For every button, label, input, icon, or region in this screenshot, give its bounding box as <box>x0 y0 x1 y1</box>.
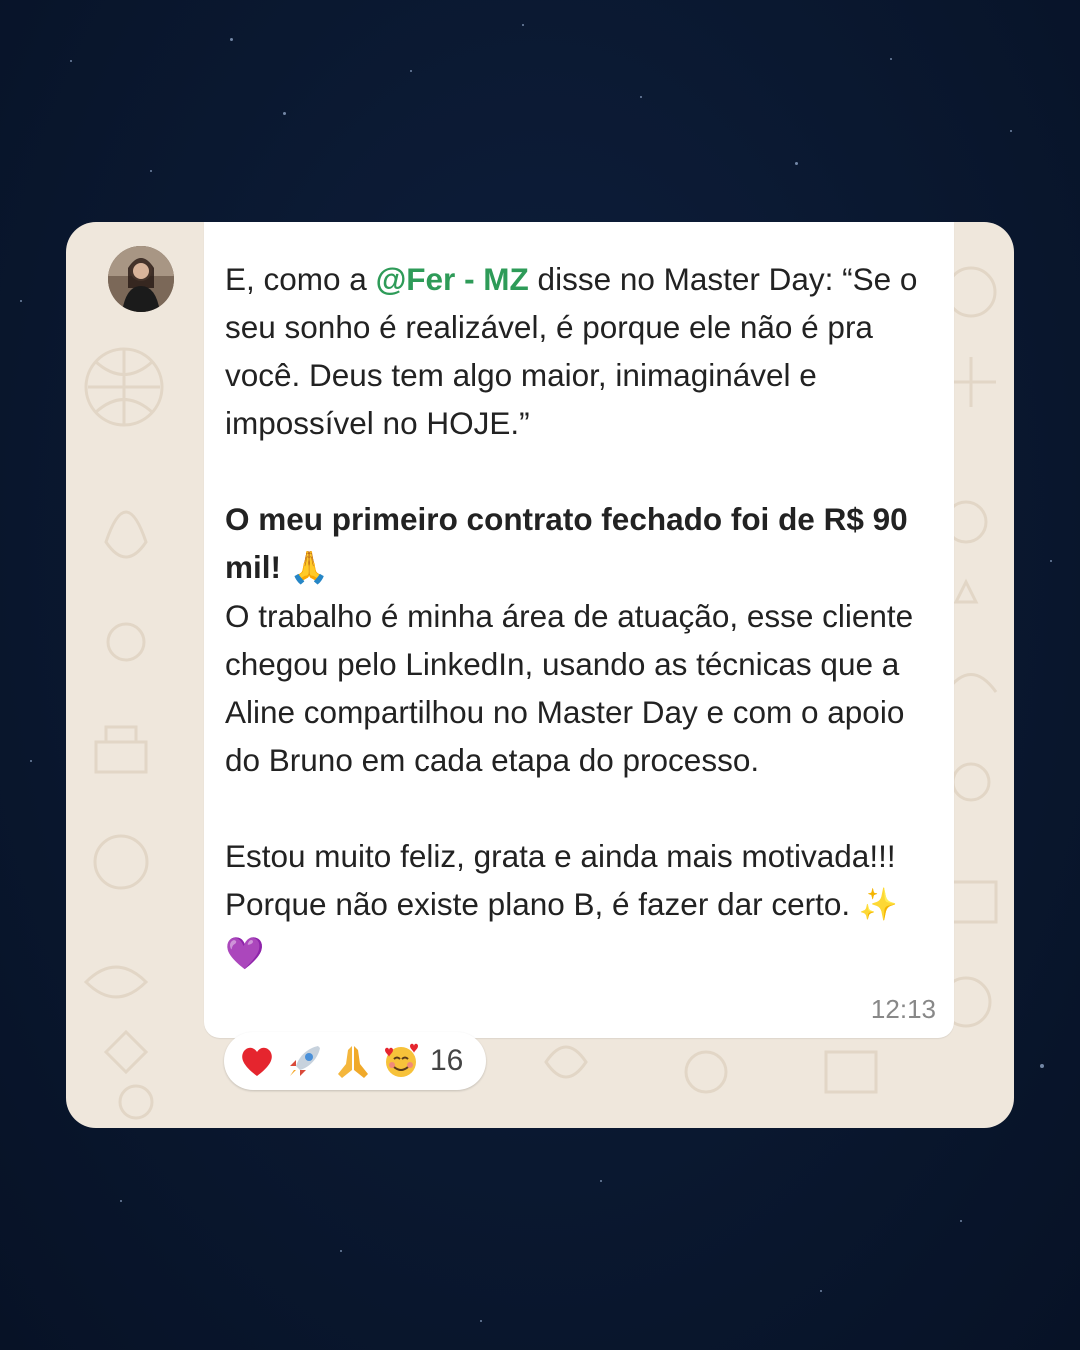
mention-link[interactable]: @Fer - MZ <box>376 261 529 297</box>
rocket-icon <box>290 1046 320 1076</box>
message-text: E, como a @Fer - MZ disse no Master Day:… <box>225 255 937 978</box>
message-timestamp: 12:13 <box>870 994 936 1024</box>
message-bubble[interactable]: E, como a @Fer - MZ disse no Master Day:… <box>204 222 954 1038</box>
user-avatar-icon <box>108 246 174 312</box>
message-intro-text: E, como a <box>225 261 376 297</box>
sender-avatar[interactable] <box>108 246 174 312</box>
reactions-count: 16 <box>430 1044 464 1077</box>
praying-hands-icon <box>338 1046 368 1078</box>
praying-hands-emoji: 🙏 <box>289 550 330 586</box>
message-body-text: O trabalho é minha área de atuação, esse… <box>225 598 914 778</box>
closing-text: Estou muito feliz, grata e ainda mais mo… <box>225 838 896 922</box>
heart-icon <box>242 1047 272 1076</box>
smiling-face-with-hearts-icon <box>385 1043 418 1077</box>
reactions-bar[interactable]: 16 <box>224 1032 486 1090</box>
